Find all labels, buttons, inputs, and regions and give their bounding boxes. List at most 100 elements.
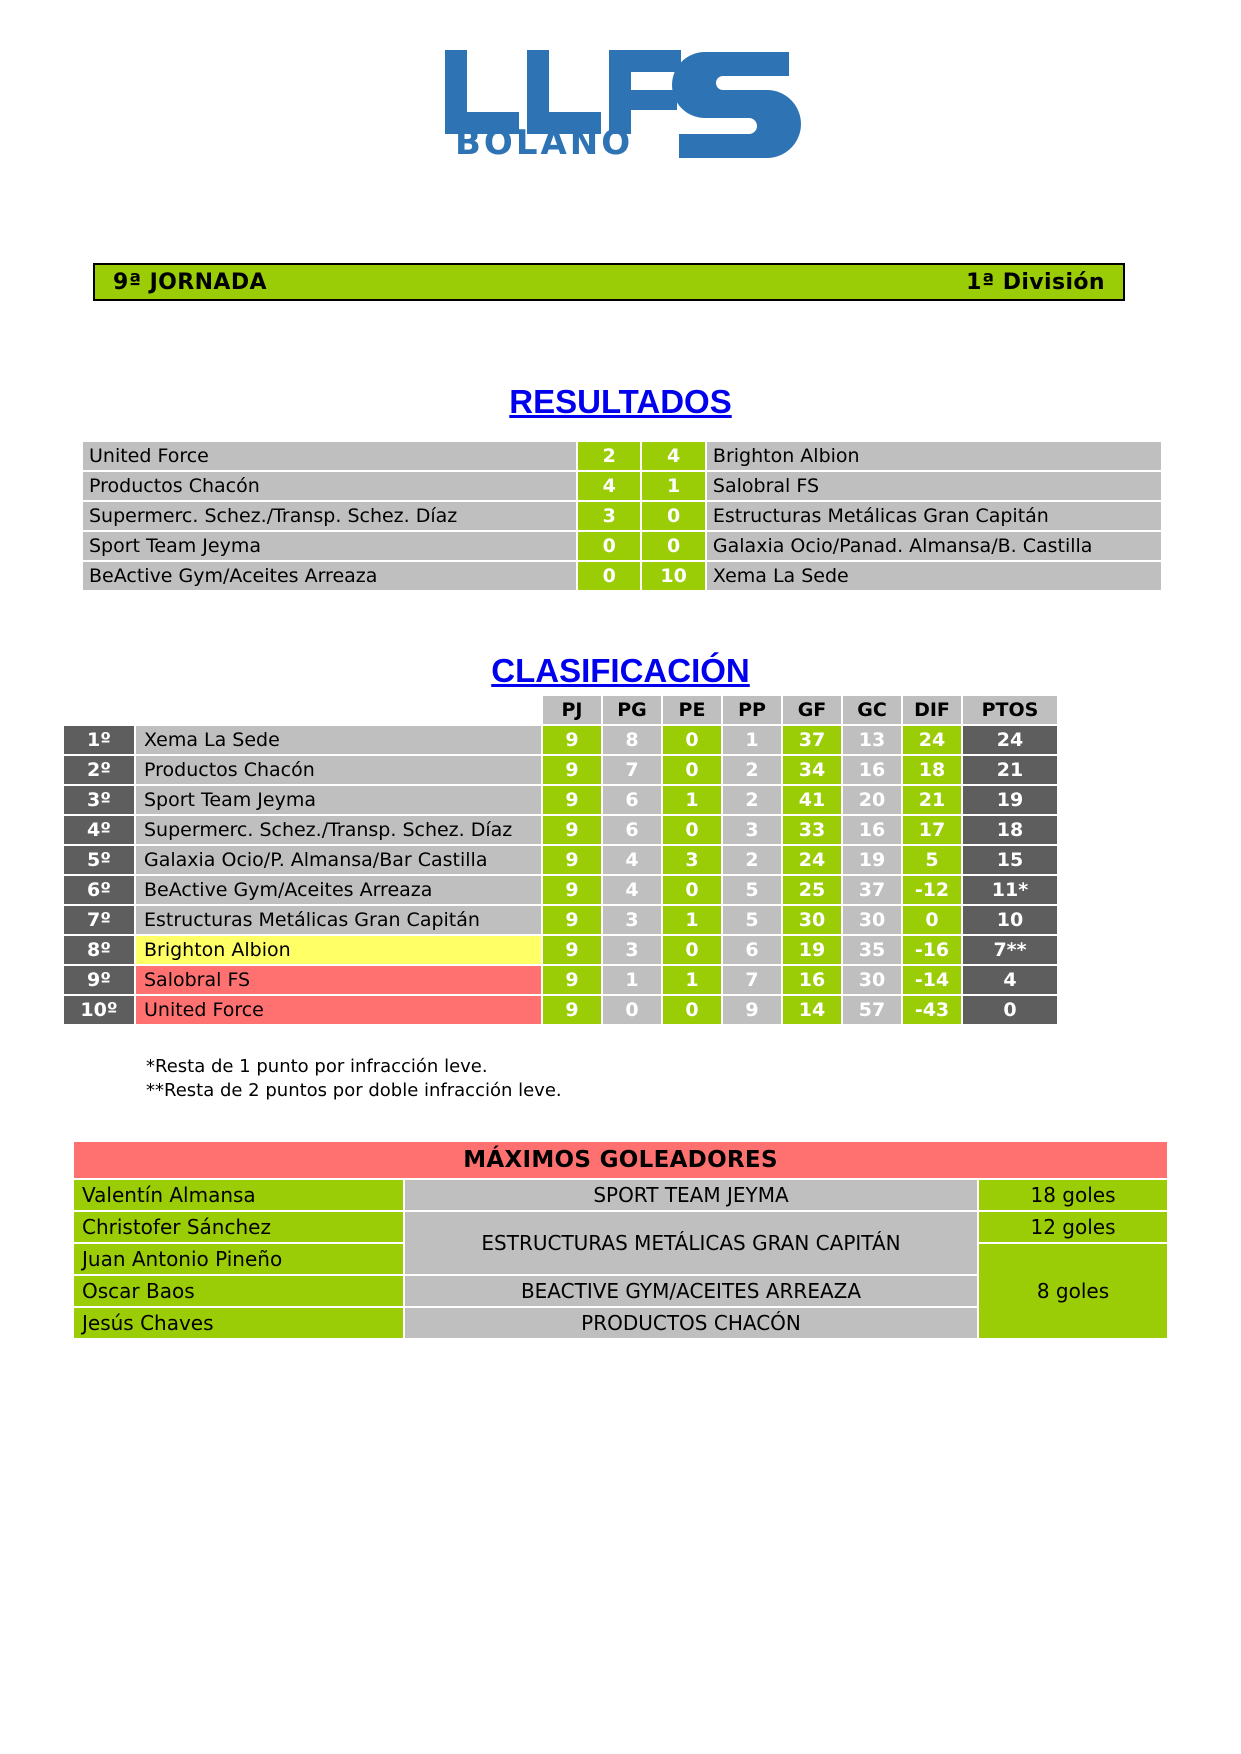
standings-row: 4º Supermerc. Schez./Transp. Schez. Díaz 9…: [64, 816, 1057, 844]
standings-header-pos-spacer: [64, 696, 134, 724]
standings-points: 10: [963, 906, 1057, 934]
standings-gc: 16: [843, 816, 901, 844]
standings-team-name: Salobral FS: [136, 966, 541, 994]
standings-pe: 0: [663, 726, 721, 754]
standings-pj: 9: [543, 756, 601, 784]
standings-pp: 2: [723, 786, 781, 814]
standings-gf: 25: [783, 876, 841, 904]
standings-gc: 16: [843, 756, 901, 784]
standings-pj: 9: [543, 906, 601, 934]
standings-pp: 2: [723, 756, 781, 784]
standings-position: 10º: [64, 996, 134, 1024]
standings-gf: 34: [783, 756, 841, 784]
standings-pj: 9: [543, 816, 601, 844]
standings-pj: 9: [543, 936, 601, 964]
standings-column-header-pe: PE: [663, 696, 721, 724]
scorer-team-name: PRODUCTOS CHACÓN: [405, 1308, 977, 1338]
standings-gf: 37: [783, 726, 841, 754]
standings-points: 11*: [963, 876, 1057, 904]
standings-dif: -12: [903, 876, 961, 904]
standings-gc: 30: [843, 906, 901, 934]
standings-position: 6º: [64, 876, 134, 904]
standings-pe: 0: [663, 756, 721, 784]
standings-pj: 9: [543, 996, 601, 1024]
scorer-row: Valentín Almansa SPORT TEAM JEYMA 18 goles: [74, 1180, 1167, 1210]
result-row: Supermerc. Schez./Transp. Schez. Díaz 3 0 E…: [83, 502, 1161, 530]
standings-row: 3º Sport Team Jeyma 9 6 1 2 41 20 21 19: [64, 786, 1057, 814]
result-row: Sport Team Jeyma 0 0 Galaxia Ocio/Panad. Al…: [83, 532, 1161, 560]
standings-points: 15: [963, 846, 1057, 874]
standings-gf: 41: [783, 786, 841, 814]
standings-team-name: Sport Team Jeyma: [136, 786, 541, 814]
standings-gc: 35: [843, 936, 901, 964]
footnote-one-point: *Resta de 1 punto por infracción leve.: [146, 1056, 488, 1077]
result-home-score: 3: [578, 502, 641, 530]
standings-dif: 17: [903, 816, 961, 844]
standings-pe: 1: [663, 906, 721, 934]
standings-pe: 0: [663, 816, 721, 844]
standings-pp: 9: [723, 996, 781, 1024]
result-home-score: 4: [578, 472, 641, 500]
standings-pe: 0: [663, 936, 721, 964]
jornada-header-bar: 9ª JORNADA 1ª División: [93, 263, 1125, 301]
standings-pg: 1: [603, 966, 661, 994]
scorer-team-name: BEACTIVE GYM/ACEITES ARREAZA: [405, 1276, 977, 1306]
result-home-score: 0: [578, 562, 641, 590]
standings-gf: 30: [783, 906, 841, 934]
standings-column-header-pj: PJ: [543, 696, 601, 724]
scorer-row: Christofer Sánchez ESTRUCTURAS METÁLICAS …: [74, 1212, 1167, 1274]
standings-gc: 19: [843, 846, 901, 874]
standings-pg: 3: [603, 936, 661, 964]
standings-team-name: Xema La Sede: [136, 726, 541, 754]
standings-team-name: Brighton Albion: [136, 936, 541, 964]
result-away-team: Xema La Sede: [706, 562, 1161, 590]
scorer-player-name: Jesús Chaves: [74, 1308, 403, 1338]
result-row: BeActive Gym/Aceites Arreaza 0 10 Xema La S…: [83, 562, 1161, 590]
standings-pe: 1: [663, 966, 721, 994]
standings-row: 6º BeActive Gym/Aceites Arreaza 9 4 0 5 25 37 -1…: [64, 876, 1057, 904]
standings-pg: 7: [603, 756, 661, 784]
standings-pj: 9: [543, 876, 601, 904]
standings-points: 4: [963, 966, 1057, 994]
standings-table: PJ PG PE PP GF GC DIF PTOS 1º Xema La Sede 9 8 0 1 37…: [62, 694, 1059, 1026]
scorer-goal-count: 18 goles: [979, 1180, 1167, 1210]
standings-pp: 1: [723, 726, 781, 754]
standings-team-name: Estructuras Metálicas Gran Capitán: [136, 906, 541, 934]
standings-row: 8º Brighton Albion 9 3 0 6 19 35 -16 7**: [64, 936, 1057, 964]
result-away-team: Galaxia Ocio/Panad. Almansa/B. Castilla: [706, 532, 1161, 560]
result-home-team: Supermerc. Schez./Transp. Schez. Díaz: [83, 502, 577, 530]
standings-points: 7**: [963, 936, 1057, 964]
standings-team-name: Galaxia Ocio/P. Almansa/Bar Castilla: [136, 846, 541, 874]
result-away-score: 10: [642, 562, 705, 590]
standings-points: 21: [963, 756, 1057, 784]
standings-pp: 7: [723, 966, 781, 994]
standings-row: 10º United Force 9 0 0 9 14 57 -43 0: [64, 996, 1057, 1024]
standings-gf: 24: [783, 846, 841, 874]
standings-pe: 1: [663, 786, 721, 814]
results-section-title: RESULTADOS: [509, 383, 732, 420]
standings-row: 7º Estructuras Metálicas Gran Capitán 9 3 1 5…: [64, 906, 1057, 934]
standings-gf: 16: [783, 966, 841, 994]
standings-pe: 0: [663, 996, 721, 1024]
result-away-team: Estructuras Metálicas Gran Capitán: [706, 502, 1161, 530]
standings-pe: 3: [663, 846, 721, 874]
jornada-label: 9ª JORNADA: [113, 269, 267, 295]
result-home-score: 0: [578, 532, 641, 560]
scorer-goal-count: 12 goles: [979, 1212, 1167, 1242]
llfs-bolano-logo-icon: BOLAÑO: [444, 50, 801, 162]
standings-column-header-gc: GC: [843, 696, 901, 724]
standings-position: 8º: [64, 936, 134, 964]
standings-section-title: CLASIFICACIÓN: [491, 652, 750, 689]
standings-footnotes: *Resta de 1 punto por infracción leve. *…: [146, 1055, 562, 1103]
standings-row: 2º Productos Chacón 9 7 0 2 34 16 18 21: [64, 756, 1057, 784]
standings-position: 9º: [64, 966, 134, 994]
standings-header-row: PJ PG PE PP GF GC DIF PTOS: [64, 696, 1057, 724]
result-away-team: Salobral FS: [706, 472, 1161, 500]
standings-position: 7º: [64, 906, 134, 934]
standings-pp: 3: [723, 816, 781, 844]
standings-gc: 57: [843, 996, 901, 1024]
result-home-team: BeActive Gym/Aceites Arreaza: [83, 562, 577, 590]
result-away-score: 0: [642, 532, 705, 560]
scorer-player-name: Juan Antonio Pineño: [74, 1244, 403, 1274]
standings-dif: 18: [903, 756, 961, 784]
